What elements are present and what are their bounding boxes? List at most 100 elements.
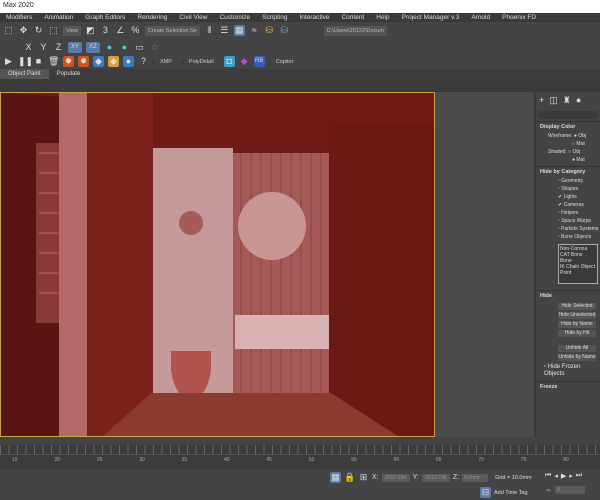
- menu-interactive[interactable]: Interactive: [293, 13, 335, 22]
- category-checkbox[interactable]: ▫ Shapes: [536, 185, 600, 193]
- hide-by-category-title[interactable]: Hide by Category: [536, 166, 600, 177]
- add-time-tag-button[interactable]: ⊟ Add Time Tag: [480, 487, 528, 498]
- key-mode-icon[interactable]: ⇔: [545, 487, 552, 494]
- menu-customize[interactable]: Customize: [213, 13, 256, 22]
- rotate-icon[interactable]: ↻: [33, 25, 44, 36]
- menu-content[interactable]: Content: [335, 13, 370, 22]
- play-animation-icon[interactable]: ▶: [561, 472, 566, 480]
- next-frame-icon[interactable]: ▸: [569, 472, 573, 480]
- menu-help[interactable]: Help: [370, 13, 395, 22]
- percent-snap-icon[interactable]: %: [130, 25, 141, 36]
- wireframe-obj-radio[interactable]: ● Obj: [574, 133, 586, 139]
- menu-civil-view[interactable]: Civil View: [173, 13, 213, 22]
- teapot-icon[interactable]: ◌: [149, 42, 160, 53]
- water-icon[interactable]: ◆: [93, 56, 104, 67]
- hide-title[interactable]: Hide: [536, 290, 600, 301]
- light-icon[interactable]: ●: [104, 42, 115, 53]
- play-icon[interactable]: ▶: [3, 56, 14, 67]
- globe-icon[interactable]: ●: [123, 56, 134, 67]
- category-checkbox[interactable]: ▫ Bone Objects: [536, 233, 600, 241]
- x-coordinate-field[interactable]: -3557.994: [381, 473, 410, 482]
- gem-icon[interactable]: ◆: [239, 56, 250, 67]
- go-to-start-icon[interactable]: ⏮: [545, 472, 551, 480]
- menu-scripting[interactable]: Scripting: [256, 13, 293, 22]
- hierarchy-tab-icon[interactable]: ♜: [563, 95, 571, 106]
- axis-xz-button[interactable]: XZ: [86, 42, 100, 53]
- selection-lock-icon[interactable]: ▦: [330, 472, 341, 483]
- category-list[interactable]: Non-Corona CAT Bone Bone IK Chain Object Poi…: [558, 244, 598, 284]
- fire2-icon[interactable]: ✹: [78, 56, 89, 67]
- curve-editor-icon[interactable]: ≈: [249, 25, 260, 36]
- display-tab-icon[interactable]: ●: [576, 95, 581, 106]
- z-coordinate-field[interactable]: 0.0mm: [462, 473, 489, 482]
- timeline-ruler[interactable]: [0, 445, 600, 455]
- angle-snap-icon[interactable]: ∠: [115, 25, 126, 36]
- hide-button[interactable]: Unhide by Name: [558, 354, 596, 361]
- move-icon[interactable]: ✥: [18, 25, 29, 36]
- tab-populate[interactable]: Populate: [49, 69, 89, 79]
- shaded-obj-radio[interactable]: ○ Obj: [568, 149, 580, 155]
- hide-button[interactable]: Hide Selected: [558, 303, 596, 310]
- render-icon[interactable]: ⛁: [279, 25, 290, 36]
- create-tab-icon[interactable]: +: [539, 95, 544, 106]
- category-checkbox[interactable]: ▫ Particle Systems: [536, 225, 600, 233]
- copitor-button[interactable]: Copitor: [268, 58, 300, 65]
- cup-icon[interactable]: ◆: [108, 56, 119, 67]
- stop-icon[interactable]: ■: [33, 56, 44, 67]
- view-dropdown[interactable]: View: [63, 25, 81, 36]
- absolute-mode-icon[interactable]: ⊞: [358, 472, 369, 483]
- wireframe-mat-radio[interactable]: ○ Mat: [536, 140, 600, 148]
- previous-frame-icon[interactable]: ◂: [554, 472, 558, 480]
- shaded-mat-radio[interactable]: ● Mat: [536, 156, 600, 164]
- menu-arnold[interactable]: Arnold: [465, 13, 496, 22]
- fire-icon[interactable]: ✹: [63, 56, 74, 67]
- category-checkbox[interactable]: ▫ Geometry: [536, 177, 600, 185]
- menu-animation[interactable]: Animation: [38, 13, 79, 22]
- camera-icon[interactable]: ▭: [134, 42, 145, 53]
- category-checkbox[interactable]: ✔ Cameras: [536, 201, 600, 209]
- trash-icon[interactable]: 🗑: [48, 56, 59, 67]
- lock-icon[interactable]: 🔒: [344, 472, 355, 483]
- menu-graph-editors[interactable]: Graph Editors: [79, 13, 131, 22]
- menu-rendering[interactable]: Rendering: [131, 13, 173, 22]
- current-frame-field[interactable]: 0: [555, 486, 585, 494]
- plugin-icon[interactable]: ◘: [223, 56, 235, 67]
- hide-button[interactable]: Unhide All: [558, 345, 596, 352]
- select-region-icon[interactable]: ⬚: [3, 25, 14, 36]
- axis-y-button[interactable]: Y: [38, 42, 49, 53]
- mirror-icon[interactable]: ⫴: [204, 25, 215, 36]
- rb-button[interactable]: RB: [253, 56, 265, 67]
- hide-button[interactable]: Hide Unselected: [558, 312, 596, 319]
- axis-x-button[interactable]: X: [23, 42, 34, 53]
- layers-icon[interactable]: ☰: [219, 25, 230, 36]
- category-list-item[interactable]: Point: [560, 270, 596, 276]
- viewport[interactable]: [0, 92, 435, 437]
- scale-icon[interactable]: ⬚: [48, 25, 59, 36]
- project-path[interactable]: C:\Users\20122\Docum: [323, 25, 387, 36]
- snap-icon[interactable]: 3: [100, 25, 111, 36]
- display-color-title[interactable]: Display Color: [536, 121, 600, 132]
- category-checkbox[interactable]: ▫ Helpers: [536, 209, 600, 217]
- hide-frozen-checkbox[interactable]: ▫ Hide Frozen Objects: [536, 363, 600, 378]
- render-setup-icon[interactable]: ⛁: [264, 25, 275, 36]
- timeline[interactable]: 15 20 25 30 35 40 45 50 55 60 65 70 75 80: [0, 445, 600, 469]
- category-checkbox[interactable]: ▫ Space Warps: [536, 217, 600, 225]
- go-to-end-icon[interactable]: ⏭: [576, 472, 582, 480]
- freeze-title[interactable]: Freeze: [536, 381, 600, 392]
- hide-button[interactable]: Hide by Hit: [558, 330, 596, 337]
- y-coordinate-field[interactable]: -1610.709: [421, 473, 450, 482]
- menu-phoenix-fd[interactable]: Phoenix FD: [496, 13, 542, 22]
- axis-xy-button[interactable]: XY: [68, 42, 82, 53]
- sphere-icon[interactable]: ●: [119, 42, 130, 53]
- pivot-icon[interactable]: ◩: [85, 25, 96, 36]
- hide-button[interactable]: Hide by Name: [558, 321, 596, 328]
- polydetail-button[interactable]: PolyDetail: [181, 58, 220, 65]
- axis-z-button[interactable]: Z: [53, 42, 64, 53]
- selection-set-dropdown[interactable]: Create Selection Se: [144, 25, 200, 36]
- menu-modifiers[interactable]: Modifiers: [0, 13, 38, 22]
- xmp-button[interactable]: XMP: [153, 58, 178, 65]
- scene-explorer-icon[interactable]: ▦: [233, 25, 245, 36]
- tab-object-paint[interactable]: Object Paint: [0, 69, 49, 79]
- help-icon[interactable]: ?: [138, 56, 149, 67]
- category-checkbox[interactable]: ✔ Lights: [536, 193, 600, 201]
